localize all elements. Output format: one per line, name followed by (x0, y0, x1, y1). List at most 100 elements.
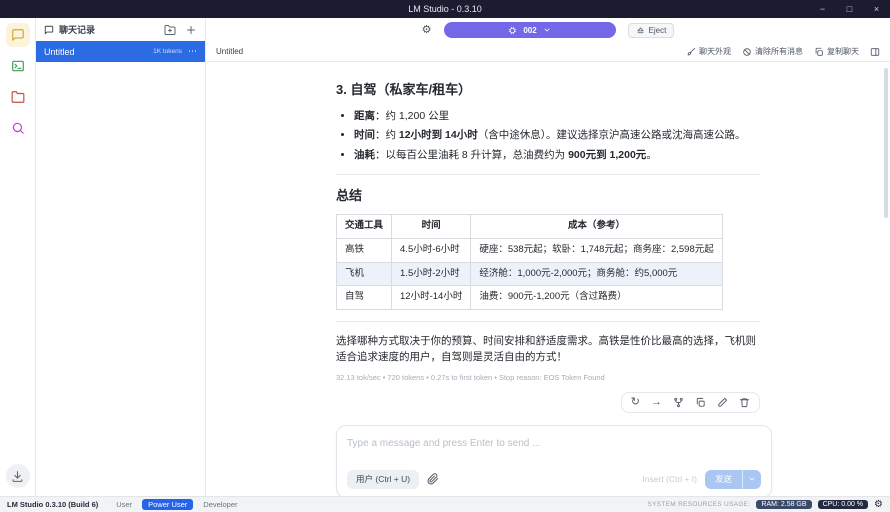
eject-model-button[interactable]: Eject (627, 22, 675, 38)
send-button[interactable]: 发送 (704, 469, 761, 489)
chat-more-icon[interactable]: ⋯ (188, 47, 197, 56)
table-header-cell: 成本（参考） (470, 214, 723, 239)
downloads-button[interactable] (5, 464, 30, 488)
nav-chat-button[interactable] (5, 23, 30, 47)
chat-tab-bar: Untitled 聊天外观 清除所有消息 复制聊天 (206, 42, 890, 62)
message-composer: Type a message and press Enter to send .… (336, 425, 772, 496)
new-folder-button[interactable] (164, 24, 176, 36)
chevron-down-icon (543, 26, 551, 34)
insert-hint: Insert (Ctrl + I) (642, 473, 697, 484)
terminal-icon (11, 59, 25, 73)
resources-label: SYSTEM RESOURCES USAGE: (647, 501, 751, 508)
table-cell: 12小时-14小时 (391, 285, 472, 310)
chat-token-count: 1K tokens (153, 48, 182, 55)
summary-heading: 总结 (336, 187, 363, 203)
bullet-bold: 时间 (354, 129, 375, 142)
chat-title: Untitled (216, 47, 244, 56)
maximize-button[interactable]: □ (836, 0, 863, 18)
eject-label: Eject (648, 25, 667, 35)
rail-bottom (0, 464, 35, 488)
table-header-cell: 时间 (391, 214, 472, 239)
chat-list-item[interactable]: Untitled 1K tokens ⋯ (36, 41, 205, 62)
pencil-icon (717, 397, 728, 408)
chat-appearance-button[interactable]: 聊天外观 (686, 46, 731, 57)
scrollbar-thumb[interactable] (884, 68, 888, 218)
mode-developer[interactable]: Developer (197, 499, 243, 510)
duplicate-chat-label: 复制聊天 (827, 47, 859, 56)
toggle-side-panel-button[interactable] (870, 47, 880, 57)
bullet-bold: 距离 (354, 110, 375, 123)
bullet-text: ：以每百公里油耗 8 升计算，总油费约为 (375, 148, 569, 161)
delete-message-button[interactable] (739, 397, 750, 408)
branch-button[interactable] (673, 397, 684, 408)
table-cell: 自驾 (335, 285, 393, 310)
bullet-text: 。 (646, 148, 657, 161)
chat-transcript-area: 3. 自驾（私家车/租车） 距离：约 1,200 公里 时间：约 12小时到 1… (206, 62, 890, 496)
table-row: 飞机 1.5小时-2小时 经济舱：1,000元-2,000元；商务舱：约5,000元 (335, 261, 723, 287)
nav-discover-button[interactable] (6, 116, 30, 140)
divider (336, 320, 760, 322)
table-row: 自驾 12小时-14小时 油费：900元-1,200元（含过路费） (335, 285, 723, 310)
bullet-bold: 12小时到 14小时 (398, 129, 478, 142)
table-cell: 4.5小时-6小时 (391, 237, 472, 263)
model-bar: ⚙ 002 Eject (206, 18, 890, 42)
clear-all-messages-button[interactable]: 清除所有消息 (742, 46, 803, 57)
bullet-text: ：约 (375, 129, 399, 142)
message-input[interactable]: Type a message and press Enter to send .… (347, 436, 761, 452)
clear-all-messages-label: 清除所有消息 (755, 47, 803, 56)
regenerate-button[interactable]: ↻ (631, 397, 640, 408)
loaded-model-selector[interactable]: 002 (443, 22, 616, 38)
lm-studio-window: LM Studio - 0.3.10 − □ × 聊天记录 Untitled 1… (0, 0, 890, 512)
continue-button[interactable]: → (651, 397, 662, 408)
table-cell: 1.5小时-2小时 (391, 261, 472, 287)
closing-paragraph: 选择哪种方式取决于你的预算、时间安排和舒适度需求。高铁是性价比最高的选择，飞机则… (336, 334, 756, 364)
bullet-text: ：约 1,200 公里 (375, 110, 450, 123)
minimize-button[interactable]: − (809, 0, 836, 18)
close-button[interactable]: × (863, 0, 890, 18)
model-name: 002 (523, 25, 537, 35)
table-cell: 经济舱：1,000元-2,000元；商务舱：约5,000元 (470, 261, 723, 287)
nav-developer-button[interactable] (6, 54, 30, 78)
sidebar-title: 聊天记录 (59, 25, 96, 35)
sidebar-header: 聊天记录 (36, 18, 205, 41)
window-title: LM Studio - 0.3.10 (408, 4, 482, 14)
divider (336, 173, 760, 175)
settings-gear-icon[interactable]: ⚙ (874, 499, 883, 510)
message-heading: 3. 自驾（私家车/租车） (336, 82, 472, 97)
chat-item-label: Untitled (44, 46, 75, 57)
user-mode-toggle: User Power User Developer (110, 499, 243, 510)
mode-user[interactable]: User (110, 499, 138, 510)
nav-my-models-button[interactable] (6, 85, 30, 109)
attach-file-button[interactable] (427, 473, 439, 485)
regenerate-icon: ↻ (630, 396, 640, 409)
table-cell: 油费：900元-1,200元（含过路费） (470, 285, 723, 310)
send-options-chevron-icon[interactable] (743, 470, 761, 489)
summary-table: 交通工具 时间 成本（参考） 高铁 4.5小时-6小时 硬座：538元起；软卧：1,… (335, 214, 723, 310)
clear-messages-icon (742, 47, 752, 57)
bullet-text: （含中途休息）。建议选择京沪高速公路或沈海高速公路。 (477, 129, 746, 142)
continue-arrow-icon: → (651, 396, 662, 409)
main-panel: ⚙ 002 Eject Untitled 聊天外观 清除所有消息 复制聊天 3.… (206, 18, 890, 496)
model-settings-gear-icon[interactable]: ⚙ (422, 24, 432, 36)
list-item: 距离：约 1,200 公里 (354, 108, 760, 124)
table-row: 高铁 4.5小时-6小时 硬座：538元起；软卧：1,748元起；商务座：2,598… (335, 237, 723, 263)
copy-icon (695, 397, 706, 408)
mode-power-user[interactable]: Power User (142, 499, 194, 510)
panel-layout-icon (870, 47, 880, 57)
table-header-cell: 交通工具 (335, 214, 393, 239)
new-chat-button[interactable] (185, 24, 197, 36)
copy-message-button[interactable] (695, 397, 706, 408)
chats-icon (44, 25, 54, 35)
edit-message-button[interactable] (717, 397, 728, 408)
user-role-button[interactable]: 用户 (Ctrl + U) (347, 469, 420, 489)
folder-icon (11, 90, 25, 104)
send-label: 发送 (714, 473, 732, 484)
download-icon (11, 470, 24, 483)
cpu-usage-badge: CPU: 0.00 % (817, 500, 869, 509)
list-item: 油耗：以每百公里油耗 8 升计算，总油费约为 900元到 1,200元。 (354, 147, 760, 163)
duplicate-chat-button[interactable]: 复制聊天 (814, 46, 859, 57)
brush-icon (686, 47, 696, 57)
window-controls: − □ × (809, 0, 890, 18)
table-cell: 飞机 (335, 261, 393, 287)
chat-bubble-icon (11, 28, 25, 42)
